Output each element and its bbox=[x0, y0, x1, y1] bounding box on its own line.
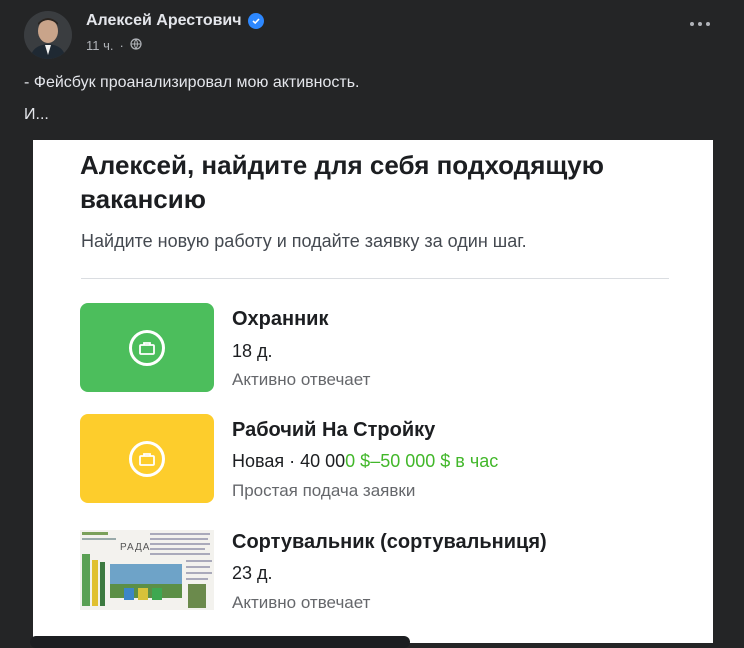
more-options-icon[interactable] bbox=[690, 22, 710, 26]
post-text-line1: - Фейсбук проанализировал мою активность… bbox=[24, 74, 360, 91]
verified-badge-icon bbox=[247, 13, 264, 29]
job-meta-1: 18 д. bbox=[232, 341, 273, 361]
job-status-1: Активно отвечает bbox=[232, 370, 371, 389]
meta-separator: · bbox=[119, 38, 124, 53]
post-image[interactable]: Алексей, найдите для себя подходящую вак… bbox=[33, 140, 713, 643]
job-meta-prefix: Новая · 40 00 bbox=[232, 451, 346, 471]
avatar[interactable] bbox=[24, 11, 72, 59]
globe-icon bbox=[130, 38, 142, 53]
job-status-3: Активно отвечает bbox=[232, 593, 371, 612]
job-salary: 0 $–50 000 $ в час bbox=[345, 451, 499, 471]
author-name[interactable]: Алексей Арестович bbox=[86, 12, 242, 30]
job-thumb-2 bbox=[80, 414, 214, 503]
job-thumb-3-newspaper: РАДА bbox=[80, 530, 214, 610]
newspaper-title: РАДА bbox=[120, 542, 151, 553]
post-text-line2: И... bbox=[24, 106, 49, 123]
job-meta-2: Новая · 40 000 $–50 000 $ в час bbox=[232, 451, 498, 472]
job-title-3: Сортувальник (сортувальниця) bbox=[232, 531, 547, 553]
job-title-2: Рабочий На Стройку bbox=[232, 419, 436, 441]
briefcase-icon bbox=[129, 329, 165, 366]
card-title: Алексей, найдите для себя подходящую вак… bbox=[80, 150, 604, 214]
briefcase-icon bbox=[129, 440, 165, 477]
post-header: Алексей Арестович 11 ч. · - Фейсбук проа… bbox=[0, 0, 744, 140]
job-thumb-1 bbox=[80, 303, 214, 392]
card-subtitle: Найдите новую работу и подайте заявку за… bbox=[81, 231, 527, 251]
bottom-bar bbox=[30, 636, 410, 648]
job-status-2: Простая подача заявки bbox=[232, 481, 416, 500]
job-meta-3: 23 д. bbox=[232, 563, 273, 583]
divider bbox=[81, 278, 669, 279]
job-title-1: Охранник bbox=[232, 308, 329, 330]
post-time[interactable]: 11 ч. bbox=[86, 38, 114, 53]
